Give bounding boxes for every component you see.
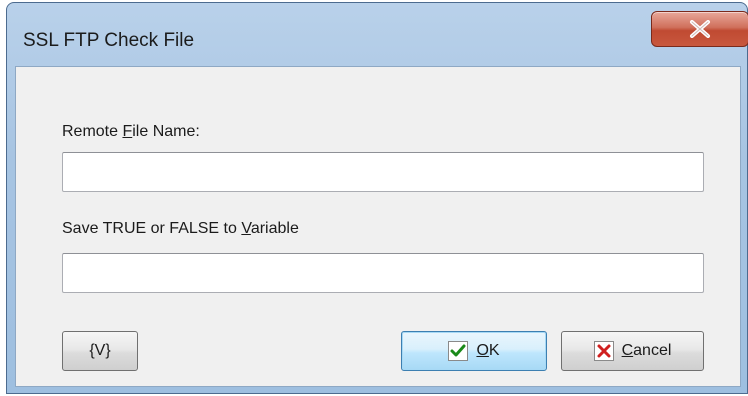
close-icon (690, 20, 710, 38)
checkmark-icon (448, 341, 469, 361)
insert-variable-label: {V} (89, 342, 111, 359)
window-title: SSL FTP Check File (23, 30, 195, 51)
cancel-button[interactable]: Cancel (561, 331, 704, 371)
close-button[interactable] (651, 11, 748, 47)
insert-variable-button[interactable]: {V} (62, 331, 138, 371)
cancel-label: Cancel (621, 342, 672, 359)
ok-button[interactable]: OK (401, 331, 547, 371)
title-bar[interactable]: SSL FTP Check File (7, 3, 748, 65)
dialog-window: SSL FTP Check File Remote File Name: Sav… (6, 2, 748, 394)
dialog-body: Remote File Name: Save TRUE or FALSE to … (15, 66, 741, 387)
cancel-x-icon (593, 341, 614, 361)
variable-input[interactable] (62, 253, 704, 293)
remote-file-label: Remote File Name: (62, 123, 200, 140)
variable-label: Save TRUE or FALSE to Variable (62, 220, 299, 237)
ok-label: OK (476, 342, 500, 359)
remote-file-input[interactable] (62, 152, 704, 192)
